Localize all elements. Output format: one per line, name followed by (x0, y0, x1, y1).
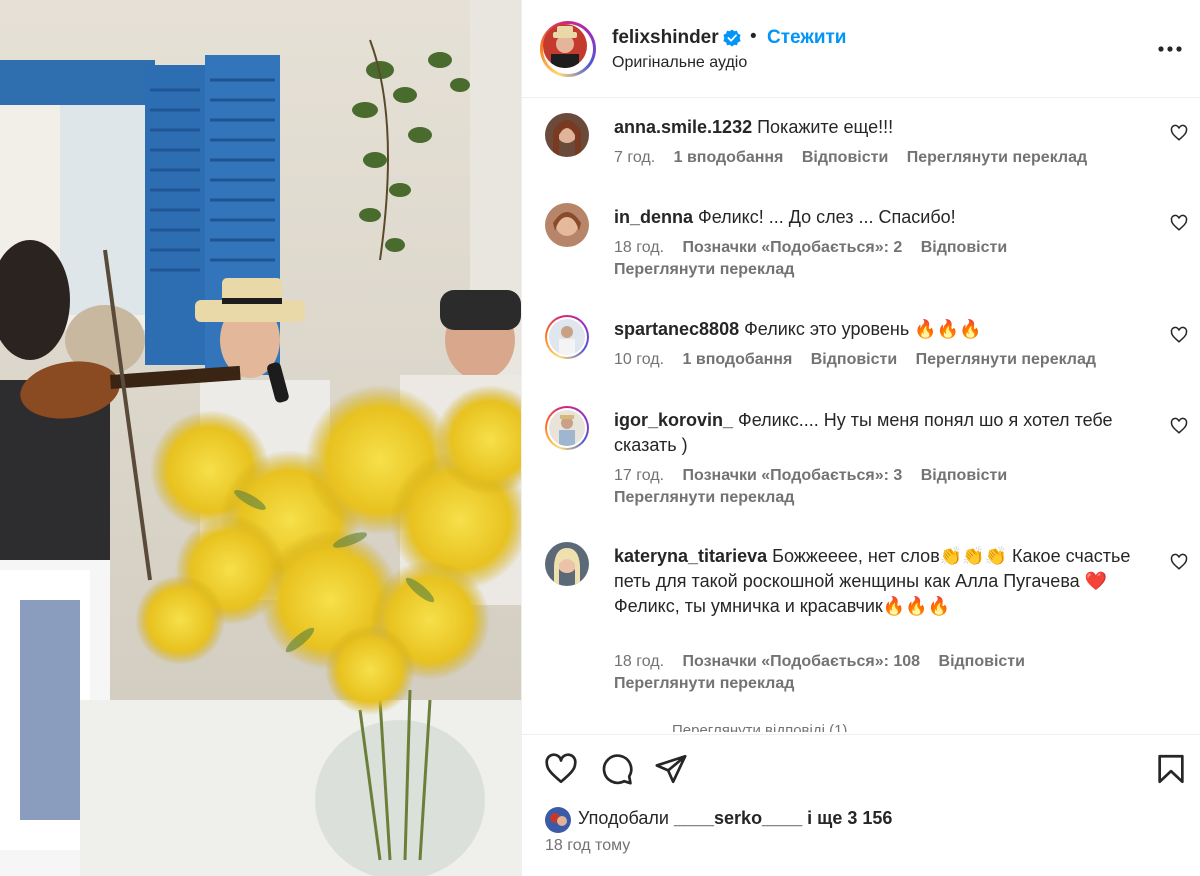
comment-text-block: spartanec8808 Феликс это уровень 🔥🔥🔥 (614, 317, 1134, 342)
comment-likes-count[interactable]: Позначки «Подобається»: 3 (683, 467, 903, 484)
comment-text: Феликс! ... До слез ... Спасибо! (698, 207, 956, 227)
comment-time: 17 год. (614, 467, 665, 484)
comment-heart-icon[interactable] (1170, 417, 1188, 435)
liker-avatar[interactable] (545, 807, 571, 833)
comments-list[interactable]: anna.smile.1232 Покажите еще!!! 7 год. 1… (522, 99, 1200, 731)
follow-button[interactable]: Стежити (767, 27, 846, 49)
comment-time: 18 год. (614, 239, 665, 256)
comment-text-line2: Феликс, ты умничка и красавчик🔥🔥🔥 (614, 596, 951, 616)
comment-text-block: anna.smile.1232 Покажите еще!!! (614, 115, 1134, 140)
comment-meta: 17 год. Позначки «Подобається»: 3 Відпов… (614, 465, 1134, 509)
post-video-frame (0, 0, 521, 876)
comment-text: Покажите еще!!! (757, 117, 894, 137)
bookmark-icon[interactable] (1154, 752, 1188, 786)
share-icon[interactable] (654, 752, 688, 786)
comment-translate-button[interactable]: Переглянути переклад (916, 351, 1096, 368)
comment-meta: 7 год. 1 вподобання Відповісти Перегляну… (614, 147, 1134, 169)
comment-translate-button[interactable]: Переглянути переклад (614, 675, 794, 692)
liker-username[interactable]: ____serko____ (674, 808, 802, 828)
comment-username[interactable]: igor_korovin_ (614, 410, 733, 430)
likes-others-count[interactable]: і ще 3 156 (807, 808, 892, 828)
comment-meta: 18 год. Позначки «Подобається»: 2 Відпов… (614, 237, 1134, 281)
comment-icon[interactable] (600, 752, 634, 786)
comment-meta: 18 год. Позначки «Подобається»: 108 Відп… (614, 651, 1134, 695)
comment-heart-icon[interactable] (1170, 326, 1188, 344)
post-timestamp[interactable]: 18 год тому (545, 837, 630, 855)
comment-reply-button[interactable]: Відповісти (921, 467, 1007, 484)
comment-heart-icon[interactable] (1170, 553, 1188, 571)
comment-translate-button[interactable]: Переглянути переклад (614, 261, 794, 278)
likes-prefix: Уподобали (578, 808, 669, 828)
comment-likes-count[interactable]: 1 вподобання (674, 149, 784, 166)
post-media[interactable] (0, 0, 521, 876)
comment-username[interactable]: anna.smile.1232 (614, 117, 752, 137)
comment-time: 7 год. (614, 149, 656, 166)
comment-time: 18 год. (614, 653, 665, 670)
comment-translate-button[interactable]: Переглянути переклад (907, 149, 1087, 166)
comment-time: 10 год. (614, 351, 665, 368)
comment-reply-button[interactable]: Відповісти (811, 351, 897, 368)
more-options-icon[interactable] (1157, 38, 1183, 60)
comment-likes-count[interactable]: Позначки «Подобається»: 108 (683, 653, 921, 670)
comment-translate-button[interactable]: Переглянути переклад (614, 489, 794, 506)
likes-text: Уподобали ____serko____ і ще 3 156 (578, 808, 892, 829)
comment-likes-count[interactable]: Позначки «Подобається»: 2 (683, 239, 903, 256)
commenter-avatar[interactable] (545, 203, 589, 247)
author-avatar[interactable] (540, 21, 596, 77)
comment-username[interactable]: kateryna_titarieva (614, 546, 767, 566)
comment-text: Феликс это уровень 🔥🔥🔥 (744, 319, 982, 339)
comment-reply-button[interactable]: Відповісти (939, 653, 1025, 670)
comment-meta: 10 год. 1 вподобання Відповісти Переглян… (614, 349, 1134, 371)
post-header: felixshinder • Стежити Оригінальне аудіо (522, 0, 1200, 98)
comment-reply-button[interactable]: Відповісти (802, 149, 888, 166)
commenter-avatar[interactable] (545, 315, 589, 359)
comment-reply-button[interactable]: Відповісти (921, 239, 1007, 256)
comment-text-block: kateryna_titarieva Божжееее, нет слов👏👏👏… (614, 544, 1134, 619)
comment-username[interactable]: spartanec8808 (614, 319, 739, 339)
commenter-avatar[interactable] (545, 406, 589, 450)
author-username[interactable]: felixshinder (612, 27, 719, 49)
verified-badge-icon (723, 29, 741, 47)
comment-heart-icon[interactable] (1170, 124, 1188, 142)
commenter-avatar[interactable] (545, 113, 589, 157)
comment-heart-icon[interactable] (1170, 214, 1188, 232)
comment-username[interactable]: in_denna (614, 207, 693, 227)
comment-text-block: in_denna Феликс! ... До слез ... Спасибо… (614, 205, 1134, 230)
separator-dot: • (750, 26, 757, 47)
original-audio-link[interactable]: Оригінальне аудіо (612, 54, 747, 72)
comment-text-block: igor_korovin_ Феликс.... Ну ты меня поня… (614, 408, 1134, 458)
post-side-panel: felixshinder • Стежити Оригінальне аудіо… (521, 0, 1200, 876)
heart-icon[interactable] (544, 752, 578, 786)
post-actions: Уподобали ____serko____ і ще 3 156 18 го… (522, 734, 1200, 876)
view-replies-link[interactable]: Переглянути відповіді (1) (672, 722, 847, 732)
commenter-avatar[interactable] (545, 542, 589, 586)
comment-likes-count[interactable]: 1 вподобання (683, 351, 793, 368)
